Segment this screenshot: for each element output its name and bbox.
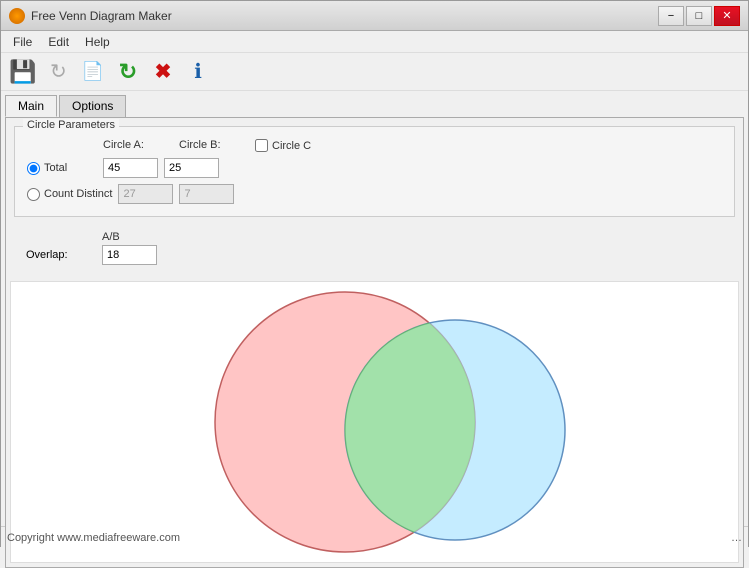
overlap-row: Overlap:: [26, 245, 723, 265]
col-circle-b: Circle B:: [179, 139, 249, 152]
venn-svg: [175, 282, 575, 562]
count-distinct-row: Count Distinct: [27, 184, 722, 204]
toolbar: 💾 ↺ 📄 ↻ ✖ ℹ: [1, 53, 748, 91]
copyright-text: Copyright www.mediafreeware.com: [7, 532, 180, 544]
info-icon: ℹ: [194, 59, 202, 84]
count-distinct-label: Count Distinct: [27, 188, 112, 201]
circle-c-checkbox[interactable]: [255, 139, 268, 152]
tab-main[interactable]: Main: [5, 95, 57, 117]
total-row: Total: [27, 158, 722, 178]
overlap-label: Overlap:: [26, 249, 96, 261]
info-button[interactable]: ℹ: [182, 57, 214, 87]
count-distinct-circle-a-input: [118, 184, 173, 204]
section-legend: Circle Parameters: [23, 119, 119, 131]
title-bar-controls: − □ ✕: [658, 6, 740, 26]
app-icon: [9, 8, 25, 24]
delete-button[interactable]: ✖: [147, 57, 179, 87]
col-circle-c: Circle C: [255, 139, 315, 152]
minimize-button[interactable]: −: [658, 6, 684, 26]
total-circle-a-input[interactable]: [103, 158, 158, 178]
menu-bar: File Edit Help: [1, 31, 748, 53]
save-icon: 💾: [9, 59, 36, 85]
main-content: Main Options Circle Parameters Circle A:…: [1, 91, 748, 526]
total-radio[interactable]: [27, 162, 40, 175]
overlap-section: A/B Overlap:: [14, 227, 735, 273]
copy-icon: 📄: [82, 61, 104, 82]
menu-file[interactable]: File: [5, 33, 40, 51]
overlap-sub-label: A/B: [102, 231, 723, 243]
run-icon: ↻: [119, 59, 137, 85]
tab-bar: Main Options: [1, 91, 748, 117]
total-circle-b-input[interactable]: [164, 158, 219, 178]
tab-options[interactable]: Options: [59, 95, 126, 117]
count-distinct-circle-b-input: [179, 184, 234, 204]
col-circle-a: Circle A:: [103, 139, 173, 152]
save-button[interactable]: 💾: [7, 57, 39, 87]
menu-help[interactable]: Help: [77, 33, 118, 51]
delete-icon: ✖: [155, 59, 172, 84]
status-indicator: …: [731, 532, 742, 544]
maximize-button[interactable]: □: [686, 6, 712, 26]
copy-button[interactable]: 📄: [77, 57, 109, 87]
circle-params-section: Circle Parameters Circle A: Circle B: Ci…: [14, 126, 735, 217]
window-title: Free Venn Diagram Maker: [31, 9, 172, 23]
venn-diagram-area: [10, 281, 739, 563]
title-bar-left: Free Venn Diagram Maker: [9, 8, 172, 24]
title-bar: Free Venn Diagram Maker − □ ✕: [1, 1, 748, 31]
overlap-input[interactable]: [102, 245, 157, 265]
count-distinct-radio[interactable]: [27, 188, 40, 201]
refresh-icon: ↺: [50, 59, 67, 84]
run-button[interactable]: ↻: [112, 57, 144, 87]
menu-edit[interactable]: Edit: [40, 33, 77, 51]
close-button[interactable]: ✕: [714, 6, 740, 26]
refresh-button[interactable]: ↺: [42, 57, 74, 87]
column-headers: Circle A: Circle B: Circle C: [103, 139, 722, 152]
total-label: Total: [27, 162, 97, 175]
panel-main: Circle Parameters Circle A: Circle B: Ci…: [5, 117, 744, 568]
